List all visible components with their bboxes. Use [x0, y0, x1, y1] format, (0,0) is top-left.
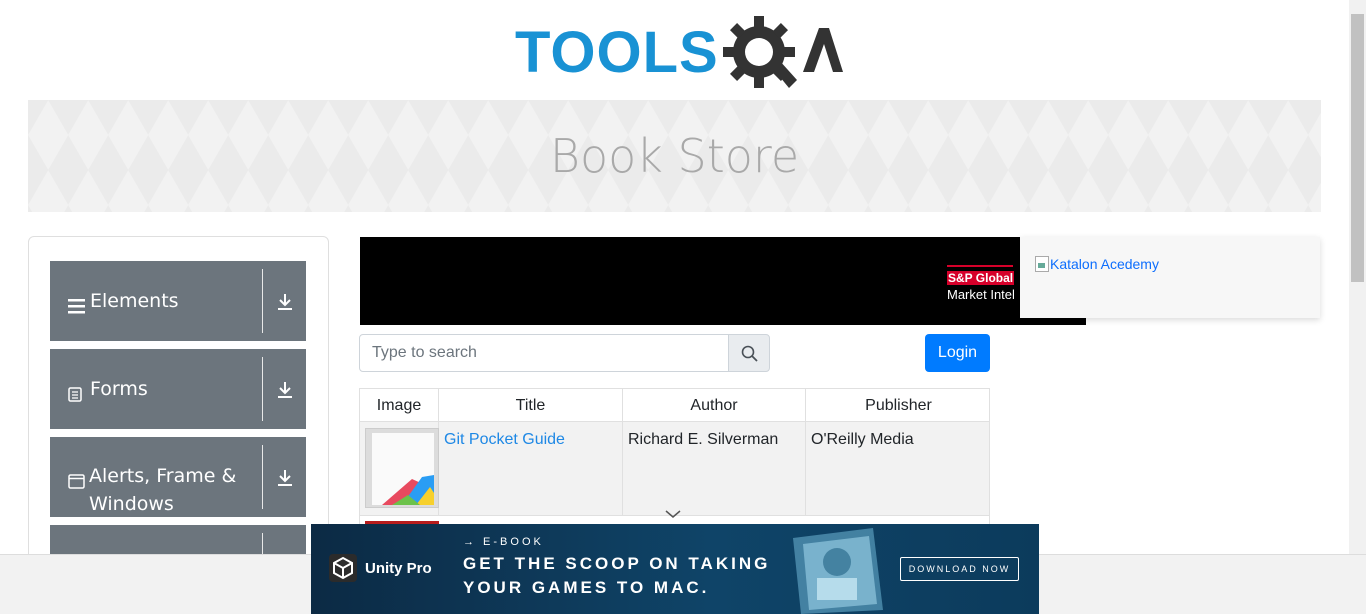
column-header-title[interactable]: Title	[439, 389, 623, 422]
unity-pro-brand: Unity Pro	[329, 554, 432, 582]
table-row: Git Pocket Guide Richard E. Silverman O'…	[360, 422, 989, 516]
book-publisher: O'Reilly Media	[811, 431, 914, 448]
katalon-ad-image[interactable]: Katalon Acedemy	[1035, 256, 1159, 272]
gear-qa-icon	[723, 16, 843, 88]
table-header: Image Title Author Publisher	[360, 389, 989, 422]
page-banner: Book Store	[28, 100, 1321, 212]
divider	[262, 445, 263, 509]
book-author: Richard E. Silverman	[623, 422, 806, 516]
menu-group-label: Forms	[90, 378, 148, 400]
menu-group-forms[interactable]: Forms	[50, 349, 306, 429]
logo-text: TOOLS	[515, 20, 719, 85]
menu-group-label: Alerts, Frame & Windows	[89, 465, 237, 515]
book-image-cell	[360, 422, 439, 516]
divider	[262, 269, 263, 333]
unity-cube-icon	[329, 554, 357, 582]
toolsqa-logo[interactable]: TOOLS	[515, 14, 843, 94]
download-icon	[278, 470, 292, 486]
window-icon	[68, 469, 85, 497]
search-input[interactable]	[359, 334, 729, 372]
menu-group-label: Elements	[90, 290, 179, 312]
katalon-ad[interactable]: Katalon Acedemy	[1020, 237, 1320, 318]
divider	[262, 357, 263, 421]
menu-group-elements[interactable]: Elements	[50, 261, 306, 341]
menu-group-alerts[interactable]: Alerts, Frame & Windows	[50, 437, 306, 517]
search-button[interactable]	[728, 334, 770, 372]
broken-image-icon	[1035, 256, 1049, 272]
search-box	[359, 334, 770, 372]
ad-headline: GET THE SCOOP ON TAKING YOUR GAMES TO MA…	[463, 554, 771, 597]
left-sidebar: Elements Forms Alerts, Frame & Windows	[28, 236, 329, 566]
search-icon	[741, 345, 758, 362]
chevron-down-icon[interactable]	[665, 509, 681, 519]
column-header-author[interactable]: Author	[623, 389, 806, 422]
top-ad-banner[interactable]: S&P Global Market Intel	[360, 237, 1086, 325]
book-title-cell: Git Pocket Guide	[439, 422, 623, 516]
column-header-image[interactable]: Image	[360, 389, 439, 422]
bottom-ad-banner[interactable]: Unity Pro → E-BOOK GET THE SCOOP ON TAKI…	[311, 524, 1039, 614]
ad-kicker: → E-BOOK	[463, 536, 544, 548]
page-title: Book Store	[549, 129, 800, 183]
sp-global-logo: S&P Global Market Intel	[947, 265, 1015, 302]
scrollbar-thumb[interactable]	[1351, 14, 1364, 282]
download-now-button[interactable]: DOWNLOAD NOW	[900, 557, 1019, 581]
hamburger-icon	[68, 294, 86, 322]
download-icon	[278, 294, 292, 310]
book-cover-image	[365, 428, 439, 508]
column-header-publisher[interactable]: Publisher	[806, 389, 989, 422]
book-title-link[interactable]: Git Pocket Guide	[444, 431, 565, 448]
document-icon	[68, 382, 86, 410]
download-icon	[278, 382, 292, 398]
login-button[interactable]: Login	[925, 334, 990, 372]
vertical-scrollbar[interactable]	[1349, 0, 1366, 554]
ebook-cover-art	[793, 528, 883, 614]
